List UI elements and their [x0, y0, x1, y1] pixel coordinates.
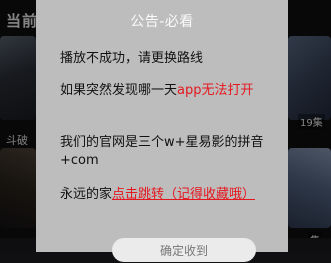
notice-line-website: 我们的官网是三个w+星易影的拼音+com [60, 135, 264, 168]
notice-line-home: 永远的家点击跳转（记得收藏哦） [60, 186, 272, 204]
notice-highlight: app无法打开 [177, 83, 254, 98]
notice-line-playback: 播放不成功，请更换路线 [60, 51, 204, 66]
jump-link[interactable]: 点击跳转（记得收藏哦） [112, 187, 255, 202]
confirm-button[interactable]: 确定收到 [112, 238, 256, 262]
dialog-title: 公告-必看 [130, 14, 194, 30]
notice-line-app-failure: 如果突然发现哪一天app无法打开 [60, 82, 272, 100]
announcement-dialog: 公告-必看 播放不成功，请更换路线 如果突然发现哪一天app无法打开 我们的官网… [36, 0, 288, 262]
notice-text: 如果突然发现哪一天 [60, 83, 178, 98]
notice-text: 永远的家 [60, 187, 113, 202]
